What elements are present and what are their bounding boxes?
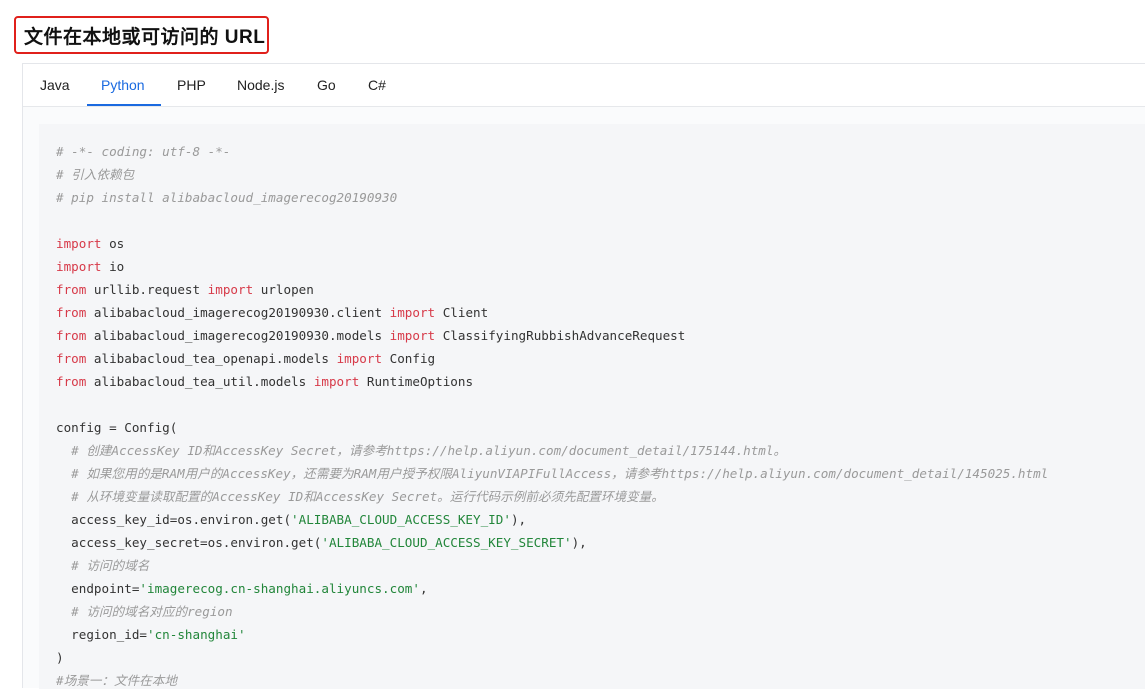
code-comment: # -*- coding: utf-8 -*- <box>56 144 231 159</box>
code-line: # 访问的域名 <box>56 554 1048 577</box>
active-tab-indicator <box>87 104 161 106</box>
tab-php[interactable]: PHP <box>177 64 206 106</box>
code-line: # pip install alibabacloud_imagerecog201… <box>56 186 1048 209</box>
code-line: from alibabacloud_imagerecog20190930.cli… <box>56 301 1048 324</box>
code-content: # -*- coding: utf-8 -*- # 引入依赖包 # pip inst… <box>56 140 1048 689</box>
code-string: 'ALIBABA_CLOUD_ACCESS_KEY_SECRET' <box>321 535 572 550</box>
code-comment: # pip install alibabacloud_imagerecog201… <box>56 190 398 205</box>
code-text: alibabacloud_imagerecog20190930.client <box>86 305 390 320</box>
code-keyword: import <box>389 328 436 343</box>
code-keyword: import <box>207 282 254 297</box>
code-line: from alibabacloud_tea_util.models import… <box>56 370 1048 393</box>
code-keyword: import <box>336 351 383 366</box>
code-string: 'ALIBABA_CLOUD_ACCESS_KEY_ID' <box>291 512 511 527</box>
code-comment: # 访问的域名 <box>71 558 150 573</box>
code-line: #场景一：文件在本地 <box>56 669 1048 689</box>
code-keyword: import <box>313 374 360 389</box>
code-line: import os <box>56 232 1048 255</box>
code-string: 'cn-shanghai' <box>147 627 246 642</box>
code-text: endpoint= <box>56 581 140 596</box>
code-line: # 如果您用的是RAM用户的AccessKey，还需要为RAM用户授予权限Ali… <box>56 462 1048 485</box>
code-text: urlopen <box>253 282 314 297</box>
tab-go[interactable]: Go <box>317 64 336 106</box>
section-heading: 文件在本地或可访问的 URL <box>24 26 266 48</box>
code-text: Client <box>435 305 489 320</box>
code-keyword: import <box>56 236 102 251</box>
tab-python[interactable]: Python <box>101 64 145 106</box>
code-line: from alibabacloud_imagerecog20190930.mod… <box>56 324 1048 347</box>
code-text: urllib.request <box>86 282 208 297</box>
code-keyword: from <box>56 282 87 297</box>
code-text: ClassifyingRubbishAdvanceRequest <box>435 328 686 343</box>
code-keyword: import <box>56 259 102 274</box>
code-comment: # 访问的域名对应的region <box>71 604 233 619</box>
highlighted-heading-box: 文件在本地或可访问的 URL <box>14 16 269 54</box>
code-text: , <box>419 581 428 596</box>
code-line: # 从环境变量读取配置的AccessKey ID和AccessKey Secre… <box>56 485 1048 508</box>
code-text: access_key_secret=os.environ.get( <box>56 535 322 550</box>
code-keyword: from <box>56 328 87 343</box>
code-keyword: from <box>56 305 87 320</box>
code-text: os <box>101 236 125 251</box>
code-line: from urllib.request import urlopen <box>56 278 1048 301</box>
code-line: # 引入依赖包 <box>56 163 1048 186</box>
tab-java[interactable]: Java <box>40 64 70 106</box>
code-block: # -*- coding: utf-8 -*- # 引入依赖包 # pip inst… <box>39 124 1145 689</box>
code-line: access_key_id=os.environ.get('ALIBABA_CL… <box>56 508 1048 531</box>
code-text: alibabacloud_imagerecog20190930.models <box>86 328 390 343</box>
language-tab-bar: Java Python PHP Node.js Go C# <box>23 64 1145 107</box>
code-text: config = Config( <box>56 420 178 435</box>
code-comment: # 如果您用的是RAM用户的AccessKey，还需要为RAM用户授予权限Ali… <box>71 466 1049 481</box>
code-comment: # 从环境变量读取配置的AccessKey ID和AccessKey Secre… <box>71 489 664 504</box>
code-text: RuntimeOptions <box>359 374 474 389</box>
code-keyword: import <box>389 305 436 320</box>
code-keyword: from <box>56 374 87 389</box>
code-text: Config <box>382 351 436 366</box>
code-line: access_key_secret=os.environ.get('ALIBAB… <box>56 531 1048 554</box>
code-text: io <box>101 259 125 274</box>
code-text: ), <box>510 512 527 527</box>
code-keyword: from <box>56 351 87 366</box>
code-line: endpoint='imagerecog.cn-shanghai.aliyunc… <box>56 577 1048 600</box>
code-text: alibabacloud_tea_openapi.models <box>86 351 337 366</box>
code-text: ), <box>571 535 587 550</box>
code-text: ) <box>56 650 64 665</box>
code-comment: # 创建AccessKey ID和AccessKey Secret，请参考htt… <box>71 443 787 458</box>
code-text: region_id= <box>56 627 147 642</box>
code-sample-panel: Java Python PHP Node.js Go C# # -*- codi… <box>22 63 1145 689</box>
code-string: 'imagerecog.cn-shanghai.aliyuncs.com' <box>139 581 420 596</box>
code-line: config = Config( <box>56 416 1048 439</box>
code-comment: #场景一：文件在本地 <box>56 673 177 688</box>
code-line: import io <box>56 255 1048 278</box>
code-line: region_id='cn-shanghai' <box>56 623 1048 646</box>
tab-csharp[interactable]: C# <box>368 64 386 106</box>
code-comment: # 引入依赖包 <box>56 167 135 182</box>
code-line: from alibabacloud_tea_openapi.models imp… <box>56 347 1048 370</box>
tab-nodejs[interactable]: Node.js <box>237 64 284 106</box>
code-line: # 访问的域名对应的region <box>56 600 1048 623</box>
code-line: ) <box>56 646 1048 669</box>
code-text: access_key_id=os.environ.get( <box>56 512 292 527</box>
code-line: # 创建AccessKey ID和AccessKey Secret，请参考htt… <box>56 439 1048 462</box>
code-line: # -*- coding: utf-8 -*- <box>56 140 1048 163</box>
code-text: alibabacloud_tea_util.models <box>86 374 314 389</box>
